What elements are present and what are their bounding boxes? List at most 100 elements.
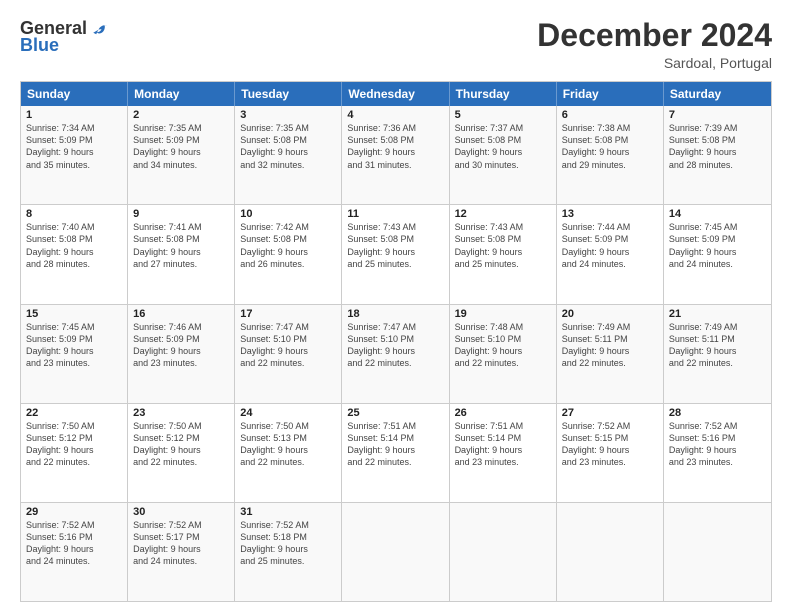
day-number: 23 <box>133 407 229 419</box>
day-info: Sunrise: 7:49 AMSunset: 5:11 PMDaylight:… <box>669 321 766 370</box>
calendar-cell <box>664 503 771 601</box>
day-info: Sunrise: 7:44 AMSunset: 5:09 PMDaylight:… <box>562 221 658 270</box>
calendar-row-2: 8Sunrise: 7:40 AMSunset: 5:08 PMDaylight… <box>21 204 771 303</box>
day-number: 6 <box>562 109 658 121</box>
day-number: 14 <box>669 208 766 220</box>
calendar-cell: 19Sunrise: 7:48 AMSunset: 5:10 PMDayligh… <box>450 305 557 403</box>
day-info: Sunrise: 7:48 AMSunset: 5:10 PMDaylight:… <box>455 321 551 370</box>
day-number: 21 <box>669 308 766 320</box>
header-day-sunday: Sunday <box>21 82 128 106</box>
day-number: 28 <box>669 407 766 419</box>
calendar-cell: 29Sunrise: 7:52 AMSunset: 5:16 PMDayligh… <box>21 503 128 601</box>
calendar-row-1: 1Sunrise: 7:34 AMSunset: 5:09 PMDaylight… <box>21 106 771 204</box>
title-block: December 2024 Sardoal, Portugal <box>537 18 772 71</box>
day-info: Sunrise: 7:52 AMSunset: 5:16 PMDaylight:… <box>669 420 766 469</box>
month-title: December 2024 <box>537 18 772 53</box>
header-day-monday: Monday <box>128 82 235 106</box>
logo-blue-text: Blue <box>20 35 59 56</box>
calendar-row-5: 29Sunrise: 7:52 AMSunset: 5:16 PMDayligh… <box>21 502 771 601</box>
calendar-cell: 3Sunrise: 7:35 AMSunset: 5:08 PMDaylight… <box>235 106 342 204</box>
day-info: Sunrise: 7:50 AMSunset: 5:12 PMDaylight:… <box>26 420 122 469</box>
day-number: 25 <box>347 407 443 419</box>
calendar-cell: 6Sunrise: 7:38 AMSunset: 5:08 PMDaylight… <box>557 106 664 204</box>
calendar-cell: 9Sunrise: 7:41 AMSunset: 5:08 PMDaylight… <box>128 205 235 303</box>
day-info: Sunrise: 7:50 AMSunset: 5:13 PMDaylight:… <box>240 420 336 469</box>
calendar-cell: 15Sunrise: 7:45 AMSunset: 5:09 PMDayligh… <box>21 305 128 403</box>
day-info: Sunrise: 7:36 AMSunset: 5:08 PMDaylight:… <box>347 122 443 171</box>
calendar-cell: 8Sunrise: 7:40 AMSunset: 5:08 PMDaylight… <box>21 205 128 303</box>
day-number: 15 <box>26 308 122 320</box>
day-info: Sunrise: 7:43 AMSunset: 5:08 PMDaylight:… <box>455 221 551 270</box>
header-day-friday: Friday <box>557 82 664 106</box>
day-info: Sunrise: 7:42 AMSunset: 5:08 PMDaylight:… <box>240 221 336 270</box>
day-info: Sunrise: 7:35 AMSunset: 5:09 PMDaylight:… <box>133 122 229 171</box>
day-info: Sunrise: 7:34 AMSunset: 5:09 PMDaylight:… <box>26 122 122 171</box>
calendar-cell: 1Sunrise: 7:34 AMSunset: 5:09 PMDaylight… <box>21 106 128 204</box>
calendar-cell <box>342 503 449 601</box>
day-info: Sunrise: 7:40 AMSunset: 5:08 PMDaylight:… <box>26 221 122 270</box>
calendar-cell: 14Sunrise: 7:45 AMSunset: 5:09 PMDayligh… <box>664 205 771 303</box>
day-info: Sunrise: 7:51 AMSunset: 5:14 PMDaylight:… <box>455 420 551 469</box>
day-number: 3 <box>240 109 336 121</box>
calendar-cell: 5Sunrise: 7:37 AMSunset: 5:08 PMDaylight… <box>450 106 557 204</box>
day-number: 17 <box>240 308 336 320</box>
day-info: Sunrise: 7:38 AMSunset: 5:08 PMDaylight:… <box>562 122 658 171</box>
calendar-cell: 21Sunrise: 7:49 AMSunset: 5:11 PMDayligh… <box>664 305 771 403</box>
calendar-cell <box>450 503 557 601</box>
day-number: 18 <box>347 308 443 320</box>
day-number: 5 <box>455 109 551 121</box>
day-number: 4 <box>347 109 443 121</box>
day-number: 1 <box>26 109 122 121</box>
calendar-cell: 28Sunrise: 7:52 AMSunset: 5:16 PMDayligh… <box>664 404 771 502</box>
header-day-saturday: Saturday <box>664 82 771 106</box>
day-number: 22 <box>26 407 122 419</box>
day-info: Sunrise: 7:47 AMSunset: 5:10 PMDaylight:… <box>347 321 443 370</box>
calendar-cell: 20Sunrise: 7:49 AMSunset: 5:11 PMDayligh… <box>557 305 664 403</box>
day-number: 27 <box>562 407 658 419</box>
calendar-cell <box>557 503 664 601</box>
day-info: Sunrise: 7:52 AMSunset: 5:18 PMDaylight:… <box>240 519 336 568</box>
calendar-cell: 16Sunrise: 7:46 AMSunset: 5:09 PMDayligh… <box>128 305 235 403</box>
day-info: Sunrise: 7:51 AMSunset: 5:14 PMDaylight:… <box>347 420 443 469</box>
calendar-row-4: 22Sunrise: 7:50 AMSunset: 5:12 PMDayligh… <box>21 403 771 502</box>
day-number: 30 <box>133 506 229 518</box>
day-info: Sunrise: 7:52 AMSunset: 5:16 PMDaylight:… <box>26 519 122 568</box>
day-info: Sunrise: 7:45 AMSunset: 5:09 PMDaylight:… <box>669 221 766 270</box>
calendar-cell: 25Sunrise: 7:51 AMSunset: 5:14 PMDayligh… <box>342 404 449 502</box>
calendar-cell: 22Sunrise: 7:50 AMSunset: 5:12 PMDayligh… <box>21 404 128 502</box>
calendar-cell: 2Sunrise: 7:35 AMSunset: 5:09 PMDaylight… <box>128 106 235 204</box>
calendar-cell: 4Sunrise: 7:36 AMSunset: 5:08 PMDaylight… <box>342 106 449 204</box>
day-number: 12 <box>455 208 551 220</box>
header: General Blue December 2024 Sardoal, Port… <box>20 18 772 71</box>
day-info: Sunrise: 7:43 AMSunset: 5:08 PMDaylight:… <box>347 221 443 270</box>
calendar-cell: 24Sunrise: 7:50 AMSunset: 5:13 PMDayligh… <box>235 404 342 502</box>
header-day-thursday: Thursday <box>450 82 557 106</box>
day-info: Sunrise: 7:35 AMSunset: 5:08 PMDaylight:… <box>240 122 336 171</box>
page: General Blue December 2024 Sardoal, Port… <box>0 0 792 612</box>
day-number: 11 <box>347 208 443 220</box>
logo: General Blue <box>20 18 109 56</box>
calendar-cell: 11Sunrise: 7:43 AMSunset: 5:08 PMDayligh… <box>342 205 449 303</box>
header-day-tuesday: Tuesday <box>235 82 342 106</box>
location: Sardoal, Portugal <box>537 55 772 71</box>
day-number: 8 <box>26 208 122 220</box>
day-number: 20 <box>562 308 658 320</box>
day-info: Sunrise: 7:52 AMSunset: 5:15 PMDaylight:… <box>562 420 658 469</box>
day-info: Sunrise: 7:46 AMSunset: 5:09 PMDaylight:… <box>133 321 229 370</box>
calendar-header: SundayMondayTuesdayWednesdayThursdayFrid… <box>21 82 771 106</box>
calendar-cell: 10Sunrise: 7:42 AMSunset: 5:08 PMDayligh… <box>235 205 342 303</box>
calendar-cell: 12Sunrise: 7:43 AMSunset: 5:08 PMDayligh… <box>450 205 557 303</box>
day-info: Sunrise: 7:41 AMSunset: 5:08 PMDaylight:… <box>133 221 229 270</box>
day-info: Sunrise: 7:49 AMSunset: 5:11 PMDaylight:… <box>562 321 658 370</box>
day-number: 29 <box>26 506 122 518</box>
calendar-cell: 27Sunrise: 7:52 AMSunset: 5:15 PMDayligh… <box>557 404 664 502</box>
header-day-wednesday: Wednesday <box>342 82 449 106</box>
day-number: 16 <box>133 308 229 320</box>
calendar: SundayMondayTuesdayWednesdayThursdayFrid… <box>20 81 772 602</box>
calendar-cell: 30Sunrise: 7:52 AMSunset: 5:17 PMDayligh… <box>128 503 235 601</box>
day-info: Sunrise: 7:50 AMSunset: 5:12 PMDaylight:… <box>133 420 229 469</box>
day-info: Sunrise: 7:52 AMSunset: 5:17 PMDaylight:… <box>133 519 229 568</box>
day-number: 26 <box>455 407 551 419</box>
logo-bird-icon <box>91 20 109 38</box>
day-info: Sunrise: 7:45 AMSunset: 5:09 PMDaylight:… <box>26 321 122 370</box>
